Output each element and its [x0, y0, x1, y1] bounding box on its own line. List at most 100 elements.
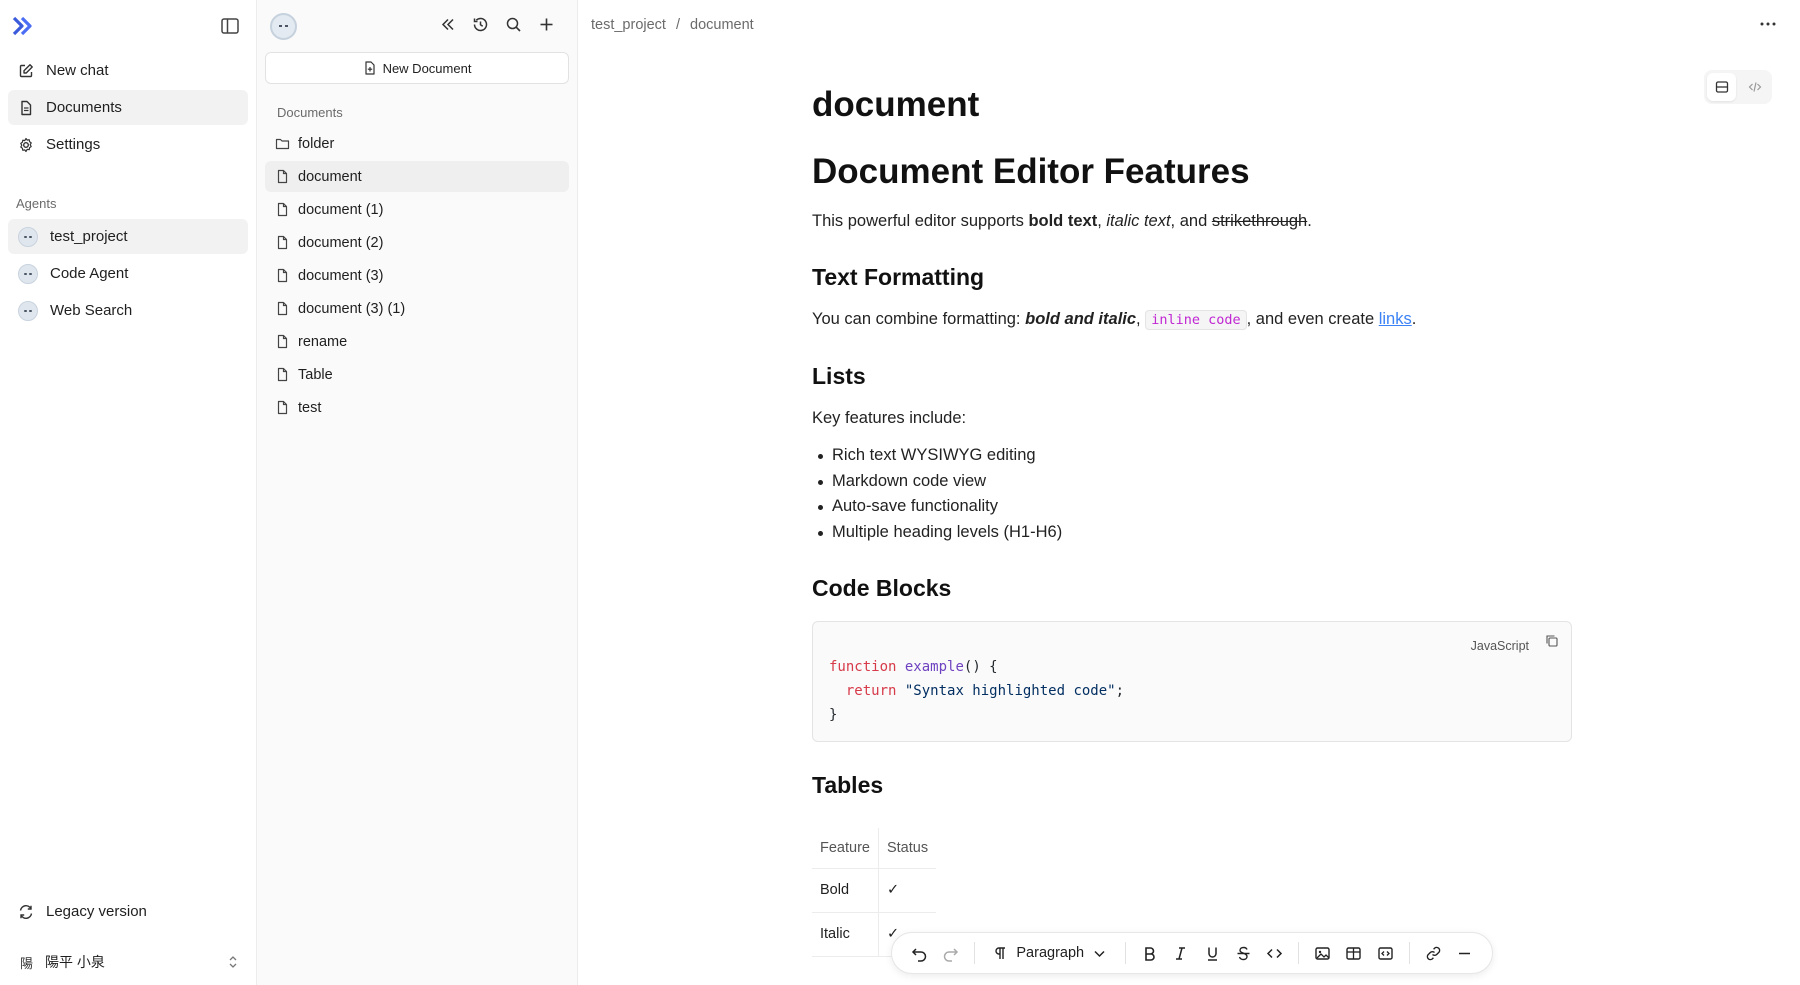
image-icon: [1315, 946, 1330, 960]
horizontal-rule-button[interactable]: [1449, 938, 1480, 968]
breadcrumb-document: document: [690, 17, 754, 33]
agent-label: Web Search: [50, 302, 133, 319]
copy-icon[interactable]: [1545, 634, 1559, 648]
table-header-cell[interactable]: Status: [878, 828, 937, 869]
redo-button[interactable]: [935, 938, 966, 968]
text-run: ,: [1136, 310, 1146, 328]
code-icon: [1266, 948, 1283, 958]
bold-italic-text: bold and italic: [1025, 310, 1137, 328]
hyperlink[interactable]: links: [1379, 310, 1412, 328]
nav-label: Settings: [46, 136, 101, 153]
sidebar-toggle-icon[interactable]: [219, 16, 241, 36]
agent-item-test-project[interactable]: test_project: [8, 219, 248, 254]
doc-label: document (2): [298, 234, 384, 251]
file-icon: [277, 169, 288, 184]
list-item: Rich text WYSIWYG editing: [812, 443, 1572, 469]
more-options-icon[interactable]: [1758, 14, 1778, 34]
undo-button[interactable]: [904, 938, 935, 968]
table-cell[interactable]: ✓: [878, 868, 937, 913]
legacy-version-link[interactable]: Legacy version: [8, 894, 248, 929]
agent-item-web-search[interactable]: Web Search: [8, 293, 248, 328]
history-icon: [473, 17, 487, 31]
plus-icon: [540, 18, 552, 30]
italic-button[interactable]: [1165, 938, 1196, 968]
document-icon: [21, 100, 32, 115]
avatar: 陽: [20, 955, 34, 971]
document-title[interactable]: document: [812, 82, 1572, 128]
bold-button[interactable]: [1134, 938, 1165, 968]
doc-item-document-1[interactable]: document (1): [265, 194, 569, 225]
code-block[interactable]: JavaScript function example() { return "…: [812, 621, 1572, 742]
strikethrough-icon: [1237, 946, 1250, 960]
search-button[interactable]: [503, 14, 523, 34]
doc-item-document-2[interactable]: document (2): [265, 227, 569, 258]
agent-item-code-agent[interactable]: Code Agent: [8, 256, 248, 291]
code-line: return "Syntax highlighted code";: [829, 679, 1555, 703]
agent-avatar: [18, 300, 38, 321]
doc-item-document-3-1[interactable]: document (3) (1): [265, 293, 569, 324]
nav-label: Documents: [46, 99, 122, 116]
code-punctuation: () {: [963, 659, 998, 675]
rich-text-view-button[interactable]: [1707, 73, 1736, 101]
nav-new-chat[interactable]: New chat: [8, 53, 248, 88]
table-cell[interactable]: Italic: [812, 912, 879, 957]
list-intro: Key features include:: [812, 409, 967, 427]
doc-item-test[interactable]: test: [265, 392, 569, 423]
agents-section-label: Agents: [16, 196, 57, 211]
history-button[interactable]: [470, 14, 490, 34]
heading-text-formatting: Text Formatting: [812, 264, 985, 290]
table-row: Bold ✓: [812, 868, 937, 913]
code-string: "Syntax highlighted code": [904, 683, 1116, 699]
minus-icon: [1458, 952, 1470, 954]
user-menu[interactable]: 陽 陽平 小泉: [8, 944, 248, 980]
insert-image-button[interactable]: [1307, 938, 1338, 968]
nav-documents[interactable]: Documents: [8, 90, 248, 125]
code-icon: [1748, 82, 1761, 92]
underline-button[interactable]: [1196, 938, 1227, 968]
doc-item-document-3[interactable]: document (3): [265, 260, 569, 291]
strikethrough-button[interactable]: [1228, 938, 1259, 968]
collapse-panel-button[interactable]: [437, 14, 457, 34]
toolbar-divider: [1125, 942, 1127, 964]
nav-settings[interactable]: Settings: [8, 127, 248, 162]
agent-avatar[interactable]: [270, 13, 297, 40]
table-header-cell[interactable]: Feature: [812, 828, 879, 869]
code-view-button[interactable]: [1740, 73, 1769, 101]
new-document-button[interactable]: New Document: [265, 52, 569, 84]
view-mode-toggle: [1704, 70, 1772, 104]
redo-icon: [944, 947, 959, 962]
documents-section-label: Documents: [277, 105, 343, 120]
italic-text: italic text: [1106, 212, 1171, 230]
doc-label: test: [298, 399, 322, 416]
document-content[interactable]: document Document Editor Features This p…: [812, 82, 1572, 957]
strikethrough-text: strikethrough: [1211, 212, 1308, 230]
doc-item-document[interactable]: document: [265, 161, 569, 192]
doc-item-rename[interactable]: rename: [265, 326, 569, 357]
insert-table-button[interactable]: [1338, 938, 1369, 968]
insert-link-button[interactable]: [1418, 938, 1449, 968]
inline-code-button[interactable]: [1259, 938, 1290, 968]
code-language-label[interactable]: JavaScript: [1471, 634, 1529, 658]
file-icon: [277, 400, 288, 415]
formatting-paragraph: You can combine formatting: bold and ita…: [812, 306, 1572, 333]
gear-icon: [20, 137, 32, 152]
toolbar-divider: [974, 942, 976, 964]
doc-item-table[interactable]: Table: [265, 359, 569, 390]
breadcrumb-project[interactable]: test_project: [591, 17, 666, 33]
list-item: Markdown code view: [812, 469, 1572, 495]
file-icon: [277, 268, 288, 283]
toolbar-divider: [1298, 942, 1300, 964]
logo-icon[interactable]: [12, 16, 34, 36]
doc-label: document: [298, 168, 362, 185]
insert-code-block-button[interactable]: [1369, 938, 1400, 968]
breadcrumb-separator: /: [675, 17, 680, 33]
add-button[interactable]: [536, 14, 556, 34]
table-cell[interactable]: Bold: [812, 868, 879, 913]
editor-area: test_project / document document Documen…: [578, 0, 1800, 985]
pilcrow-icon: [995, 946, 1006, 959]
doc-item-folder[interactable]: folder: [265, 128, 569, 159]
heading-code-blocks: Code Blocks: [812, 575, 952, 601]
table-header-row: Feature Status: [812, 828, 937, 869]
block-type-select[interactable]: Paragraph: [983, 945, 1117, 961]
nav-label: New chat: [46, 62, 109, 79]
